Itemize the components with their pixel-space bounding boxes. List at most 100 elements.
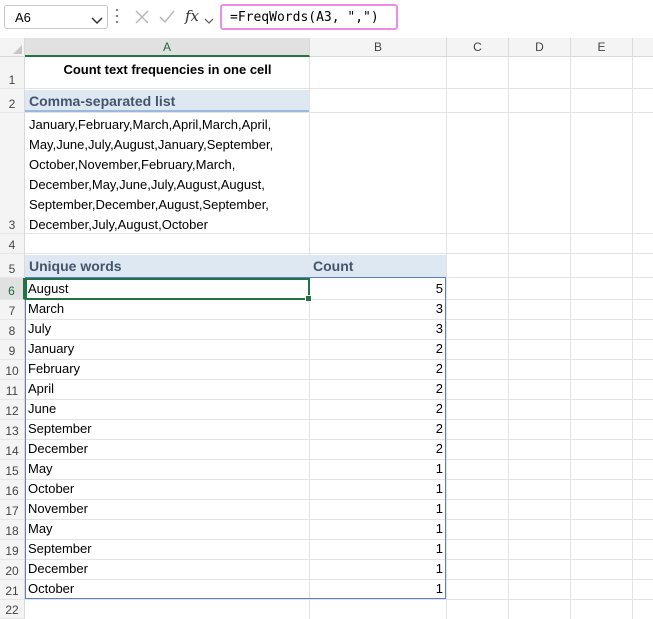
word-cell[interactable]: October [28, 481, 74, 496]
word-cell[interactable]: May [28, 461, 53, 476]
name-box[interactable]: A6 [4, 5, 108, 29]
gridline [25, 399, 653, 400]
row-header-16[interactable]: 16 [0, 480, 25, 500]
list-line: December,May,June,July,August,August, [29, 177, 265, 192]
word-cell[interactable]: April [28, 381, 54, 396]
column-header-c[interactable]: C [447, 38, 509, 57]
gridline [446, 57, 447, 619]
count-cell[interactable]: 1 [309, 541, 443, 556]
count-cell[interactable]: 1 [309, 581, 443, 596]
select-all-button[interactable] [0, 38, 25, 57]
word-cell[interactable]: September [28, 421, 92, 436]
gridline [25, 359, 653, 360]
row-header-3[interactable]: 3 [0, 113, 25, 234]
row-header-18[interactable]: 18 [0, 520, 25, 540]
row-header-7[interactable]: 7 [0, 300, 25, 320]
list-line: October,November,February,March, [29, 157, 236, 172]
chevron-down-icon[interactable] [204, 12, 214, 30]
word-cell[interactable]: June [28, 401, 56, 416]
word-cell[interactable]: May [28, 521, 53, 536]
count-cell[interactable]: 2 [309, 441, 443, 456]
list-line: September,December,August,September, [29, 197, 269, 212]
row-header-14[interactable]: 14 [0, 440, 25, 460]
word-cell[interactable]: July [28, 321, 51, 336]
count-cell[interactable]: 2 [309, 421, 443, 436]
column-header-d[interactable]: D [509, 38, 571, 57]
row-header-21[interactable]: 21 [0, 580, 25, 600]
count-cell[interactable]: 1 [309, 501, 443, 516]
count-cell[interactable]: 2 [309, 361, 443, 376]
fill-handle[interactable] [305, 295, 312, 302]
row-header-6[interactable]: 6 [0, 278, 25, 300]
column-header-a[interactable]: A [25, 38, 310, 57]
row-header-12[interactable]: 12 [0, 400, 25, 420]
count-cell[interactable]: 1 [309, 461, 443, 476]
word-cell[interactable]: October [28, 581, 74, 596]
list-line: January,February,March,April,March,April… [29, 117, 272, 132]
formula-input[interactable]: =FreqWords(A3, ",") [220, 4, 398, 30]
check-icon[interactable] [158, 9, 176, 30]
gridline [25, 579, 653, 580]
row-header-17[interactable]: 17 [0, 500, 25, 520]
gridline [632, 57, 633, 619]
close-icon[interactable] [134, 9, 150, 30]
gridline [508, 57, 509, 619]
list-line: May,June,July,August,January,September, [29, 137, 274, 152]
sheet-title[interactable]: Count text frequencies in one cell [25, 62, 310, 77]
gridline [25, 559, 653, 560]
row-header-1[interactable]: 1 [0, 57, 25, 89]
unique-words-header[interactable]: Unique words [25, 255, 309, 277]
gridline [25, 519, 653, 520]
word-cell[interactable]: September [28, 541, 92, 556]
row-header-9[interactable]: 9 [0, 340, 25, 360]
gridline [25, 539, 653, 540]
word-cell[interactable]: March [28, 301, 64, 316]
gridline [25, 439, 653, 440]
gridline [25, 319, 653, 320]
count-cell[interactable]: 2 [309, 401, 443, 416]
gridline [25, 499, 653, 500]
comma-list-cell[interactable]: January,February,March,April,March,April… [29, 115, 307, 235]
count-cell[interactable]: 3 [309, 301, 443, 316]
count-cell[interactable]: 1 [309, 561, 443, 576]
column-header-e[interactable]: E [571, 38, 633, 57]
row-header-8[interactable]: 8 [0, 320, 25, 340]
row-header-4[interactable]: 4 [0, 234, 25, 254]
row-header-22[interactable]: 22 [0, 600, 25, 619]
row-header-11[interactable]: 11 [0, 380, 25, 400]
count-cell[interactable]: 1 [309, 521, 443, 536]
list-line: December,July,August,October [29, 217, 208, 232]
name-box-value: A6 [15, 10, 31, 25]
gridline [25, 339, 653, 340]
word-cell[interactable]: January [28, 341, 74, 356]
gridline [25, 88, 653, 89]
row-header-20[interactable]: 20 [0, 560, 25, 580]
word-cell[interactable]: February [28, 361, 80, 376]
column-header-f[interactable] [633, 38, 653, 57]
gridline [25, 253, 653, 254]
word-cell[interactable]: December [28, 441, 88, 456]
row-header-13[interactable]: 13 [0, 420, 25, 440]
count-header[interactable]: Count [309, 255, 446, 277]
count-cell[interactable]: 2 [309, 341, 443, 356]
word-cell[interactable]: December [28, 561, 88, 576]
count-cell[interactable]: 5 [309, 281, 443, 296]
active-cell-selection [25, 278, 312, 302]
word-cell[interactable]: November [28, 501, 88, 516]
gridline [25, 379, 653, 380]
count-cell[interactable]: 2 [309, 381, 443, 396]
gridline [570, 57, 571, 619]
gridline [25, 112, 653, 113]
row-header-15[interactable]: 15 [0, 460, 25, 480]
count-cell[interactable]: 1 [309, 481, 443, 496]
row-header-5[interactable]: 5 [0, 254, 25, 278]
fx-icon[interactable]: fx [184, 6, 204, 31]
more-options-icon[interactable] [116, 9, 119, 25]
row-header-19[interactable]: 19 [0, 540, 25, 560]
count-cell[interactable]: 3 [309, 321, 443, 336]
chevron-down-icon[interactable] [91, 13, 103, 31]
row-header-2[interactable]: 2 [0, 89, 25, 113]
column-header-b[interactable]: B [310, 38, 447, 57]
row-header-10[interactable]: 10 [0, 360, 25, 380]
list-header-cell[interactable]: Comma-separated list [25, 90, 309, 112]
